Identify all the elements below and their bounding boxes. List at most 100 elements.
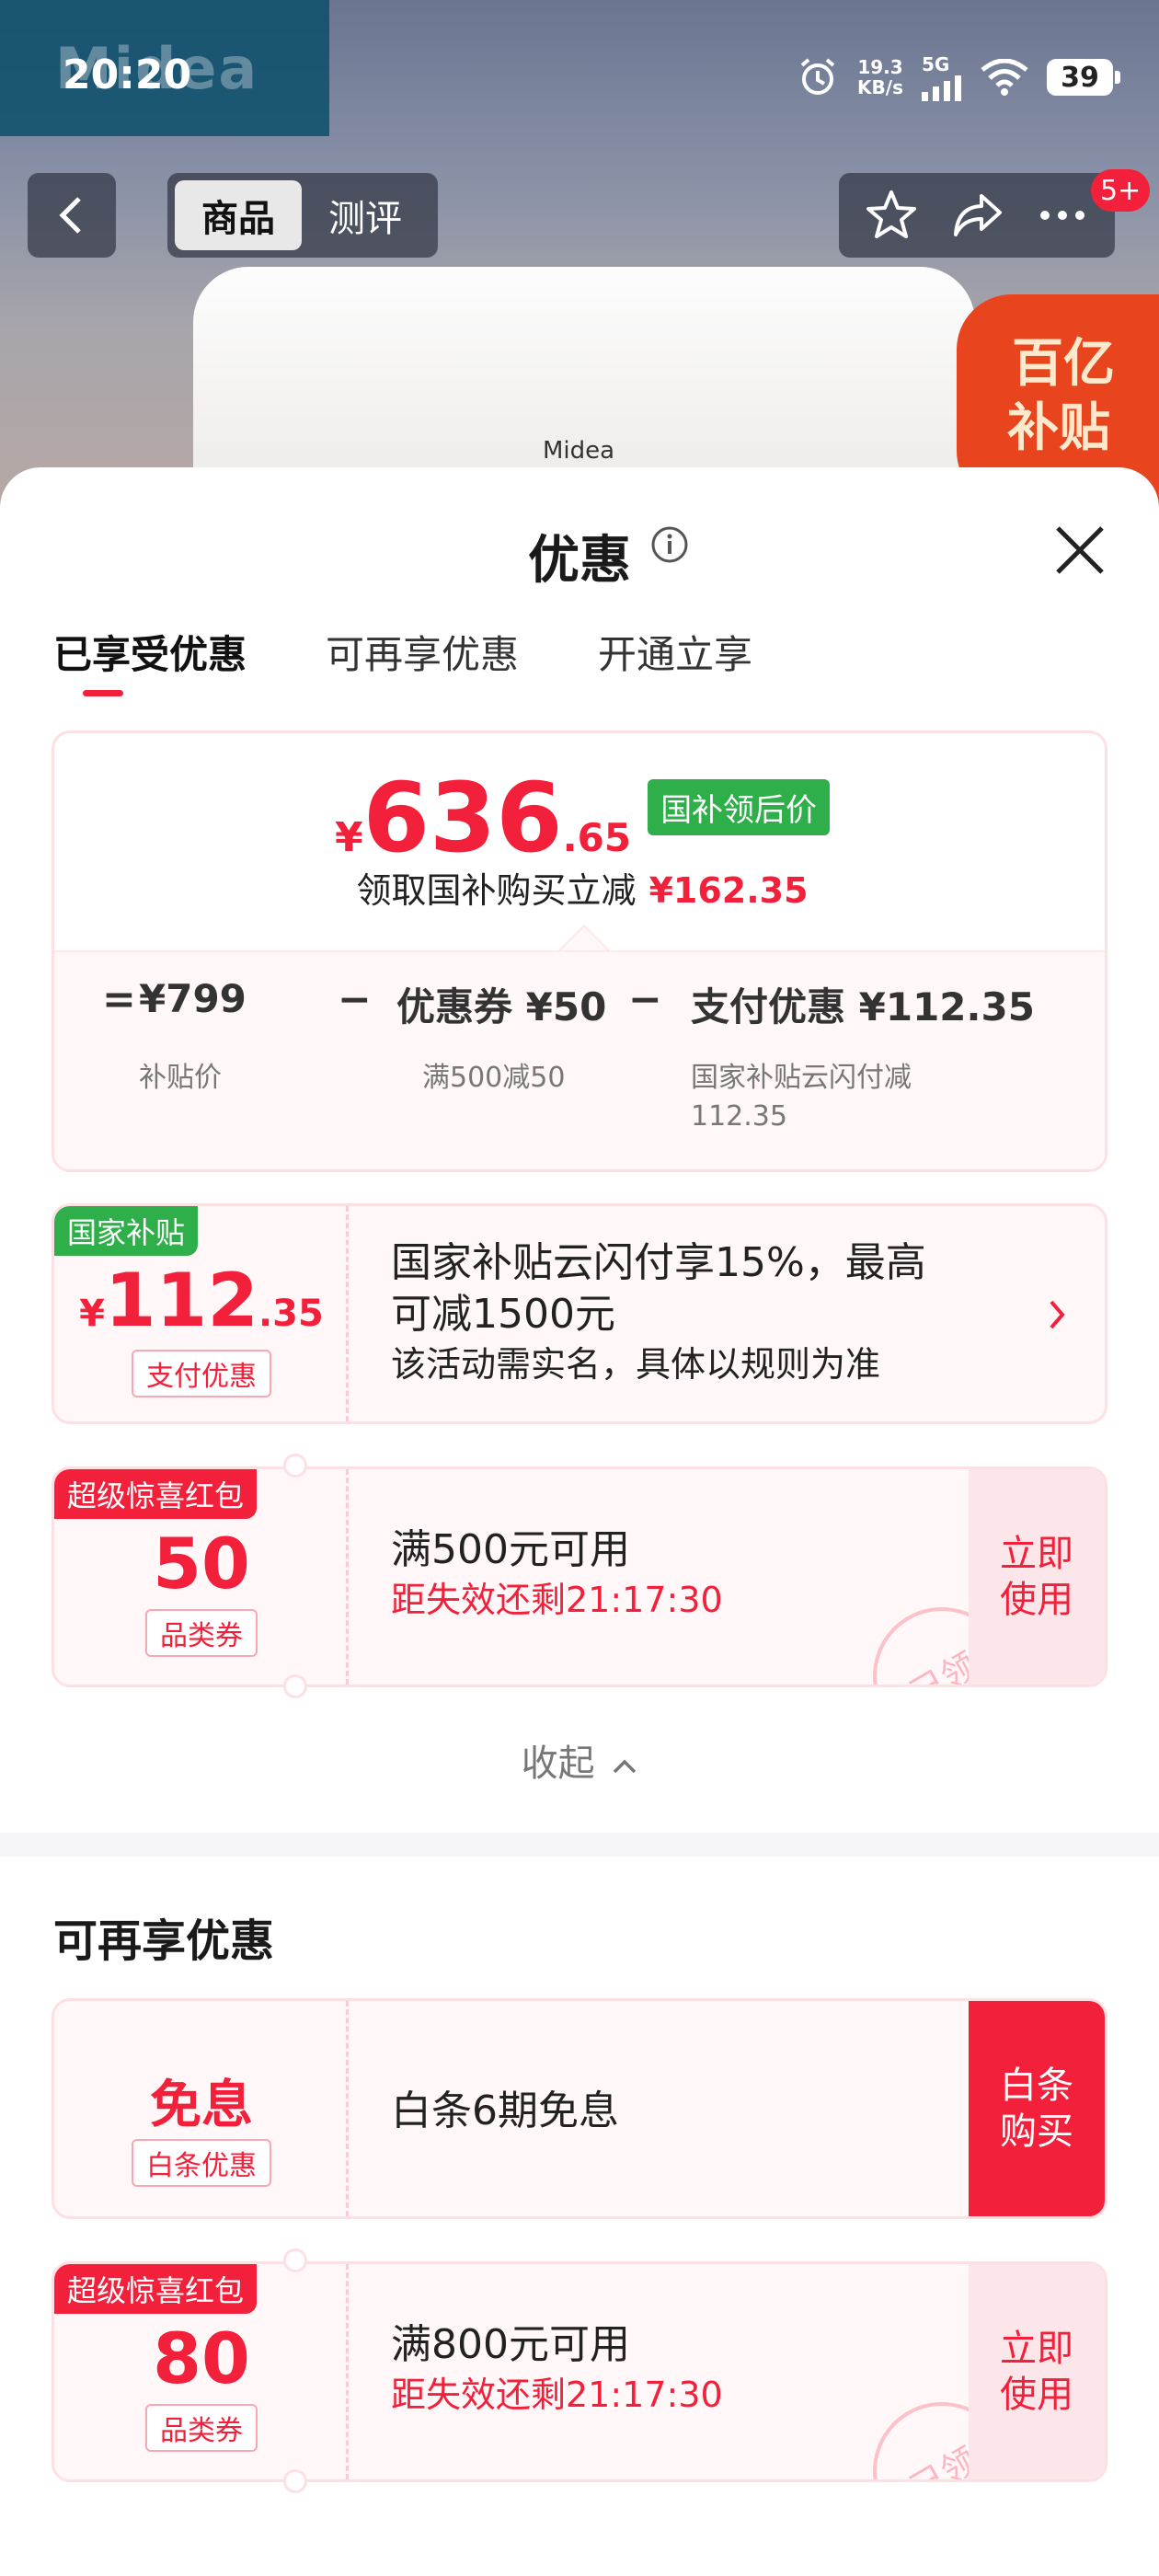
tab-more-available[interactable]: 可再享优惠 [326, 624, 519, 680]
sheet-title: 优惠 [528, 531, 631, 591]
status-time: 20:20 [63, 52, 192, 98]
coupon-discount-label: 满500减50 [422, 1062, 566, 1094]
coupon-amount: 80 [153, 2317, 250, 2399]
coupon-tag: 超级惊喜红包 [54, 2264, 258, 2314]
price-symbol: ¥ [334, 814, 363, 861]
coupon-condition: 满800元可用 [391, 2321, 630, 2368]
coupon-amount: 50 [153, 1523, 250, 1604]
subtitle-amount: ¥162.35 [648, 870, 809, 911]
coupon-amount: ¥112.35 [54, 1258, 349, 1343]
coupon-notch [283, 1674, 307, 1698]
cell-signal: 5G [922, 53, 962, 101]
tab-product[interactable]: 商品 [175, 180, 302, 250]
promo-line1: 百亿 [1012, 334, 1115, 394]
coupon-notch [283, 1454, 307, 1478]
status-icons: 19.3 KB/s 5G 39 [797, 53, 1120, 101]
coupon-note: 该活动需实名，具体以规则为准 [391, 1344, 881, 1385]
nav-actions [839, 173, 1115, 258]
minus-sign: − [338, 976, 372, 1023]
coupon-category-80: 超级惊喜红包 80 品类券 满800元可用 距失效还剩21:17:30 已领 立… [52, 2261, 1107, 2482]
network-speed: 19.3 KB/s [857, 57, 903, 98]
coupon-kind: 品类券 [54, 2404, 349, 2452]
amount-symbol: ¥ [79, 1293, 105, 1335]
price-subtitle: 领取国补购买立减 ¥162.35 [54, 862, 1105, 913]
collapse-button[interactable]: 收起 [0, 1733, 1159, 1787]
price-tag: 国补领后价 [648, 778, 831, 835]
coupon-details: 国家补贴云闪付享15%，最高 可减1500元 该活动需实名，具体以规则为准 [391, 1237, 926, 1388]
coupon-countdown: 距失效还剩21:17:30 [391, 1580, 723, 1620]
coupon-kind-label: 品类券 [145, 1609, 258, 1657]
coupon-baitiao-interest-free: 免息 白条优惠 白条6期免息 白条购买 [52, 1998, 1107, 2219]
network-speed-unit: KB/s [857, 76, 903, 98]
collapse-label: 收起 [521, 1742, 595, 1785]
coupon-national-subsidy[interactable]: 国家补贴 ¥112.35 支付优惠 国家补贴云闪付享15%，最高 可减1500元… [52, 1203, 1107, 1424]
coupon-countdown: 距失效还剩21:17:30 [391, 2375, 723, 2415]
baitiao-buy-label: 白条购买 [1000, 2064, 1073, 2153]
network-speed-value: 19.3 [857, 56, 903, 78]
coupon-left-panel: 免息 白条优惠 [54, 2001, 349, 2216]
coupon-details: 满500元可用 距失效还剩21:17:30 [391, 1524, 723, 1624]
price-decimal: .65 [562, 815, 632, 860]
section-divider [0, 1833, 1159, 1857]
coupon-notch [283, 2469, 307, 2493]
final-price: ¥ 636 .65 国补领后价 [54, 762, 1105, 874]
use-now-label: 立即使用 [1000, 1533, 1073, 1621]
baitiao-buy-button[interactable]: 白条购买 [969, 2001, 1105, 2216]
wifi-icon [981, 59, 1028, 96]
tab-enjoyed[interactable]: 已享受优惠 [53, 624, 247, 680]
coupon-category-50: 超级惊喜红包 50 品类券 满500元可用 距失效还剩21:17:30 已领 立… [52, 1466, 1107, 1687]
payment-discount-value: 支付优惠 ¥112.35 [691, 984, 1035, 1029]
coupon-condition: 满500元可用 [391, 1526, 630, 1573]
price-summary-card: ¥ 636 .65 国补领后价 领取国补购买立减 ¥162.35 = ¥799 补… [52, 730, 1107, 1172]
coupon-title-line1: 国家补贴云闪付享15%，最高 [391, 1239, 926, 1286]
subsidy-price-value: ¥799 [139, 976, 247, 1021]
coupon-details: 白条6期免息 [391, 2086, 619, 2137]
coupon-left-panel: 国家补贴 ¥112.35 支付优惠 [54, 1206, 349, 1421]
coupon-kind-label: 支付优惠 [132, 1350, 271, 1397]
back-button[interactable] [28, 173, 116, 258]
discount-sheet: 优惠 已享受优惠 可再享优惠 开通立享 ¥ 636 .65 国补领后价 领取国补… [0, 467, 1159, 2576]
share-icon[interactable] [948, 187, 1005, 244]
tab-review[interactable]: 测评 [302, 180, 429, 250]
more-icon[interactable] [1034, 187, 1091, 244]
coupon-tag: 国家补贴 [54, 1206, 199, 1256]
coupon-discount-value: 优惠券 ¥50 [396, 984, 607, 1029]
coupon-details: 满800元可用 距失效还剩21:17:30 [391, 2319, 723, 2419]
chevron-left-icon [59, 197, 81, 234]
coupon-kind: 白条优惠 [54, 2139, 349, 2187]
signal-label: 5G [922, 53, 950, 75]
price-calculation: = ¥799 补贴价 − 优惠券 ¥50 满500减50 − 支付优惠 ¥112… [54, 976, 1105, 1160]
use-now-button[interactable]: 立即使用 [969, 1469, 1105, 1685]
price-integer: 636 [362, 762, 563, 874]
coupon-left-panel: 超级惊喜红包 50 品类券 [54, 1469, 349, 1685]
message-badge: 5+ [1091, 169, 1151, 212]
coupon-notch [283, 2248, 307, 2272]
section-title-more: 可再享优惠 [53, 1915, 275, 1967]
equals-sign: = [102, 976, 136, 1023]
coupon-kind-label: 白条优惠 [132, 2139, 271, 2187]
payment-discount-label: 国家补贴云闪付减 112.35 [691, 1059, 912, 1136]
tab-activate[interactable]: 开通立享 [598, 624, 752, 680]
minus-sign: − [628, 976, 662, 1023]
amount-decimal: .35 [258, 1293, 324, 1335]
signal-bars-icon [922, 75, 961, 101]
promo-line2: 补贴 [1007, 398, 1110, 458]
coupon-condition: 白条6期免息 [391, 2087, 619, 2134]
close-icon[interactable] [1049, 519, 1111, 581]
chevron-up-icon [614, 1759, 637, 1774]
coupon-left-panel: 超级惊喜红包 80 品类券 [54, 2264, 349, 2479]
coupon-tag: 超级惊喜红包 [54, 1469, 258, 1519]
alarm-icon [800, 58, 835, 95]
amount-integer: 112 [104, 1258, 258, 1343]
product-logo: Midea [543, 437, 615, 465]
tab-active-indicator [83, 690, 123, 696]
info-icon[interactable] [649, 524, 690, 565]
coupon-kind-label: 品类券 [145, 2404, 258, 2452]
use-now-button[interactable]: 立即使用 [969, 2264, 1105, 2479]
star-icon[interactable] [863, 187, 920, 244]
subsidy-price-label: 补贴价 [139, 1062, 222, 1094]
product-nav-tabs: 商品 测评 [167, 173, 438, 258]
chevron-right-icon[interactable] [1046, 1298, 1068, 1331]
coupon-amount: 免息 [150, 2076, 253, 2135]
subtitle-text: 领取国补购买立减 [356, 870, 637, 911]
